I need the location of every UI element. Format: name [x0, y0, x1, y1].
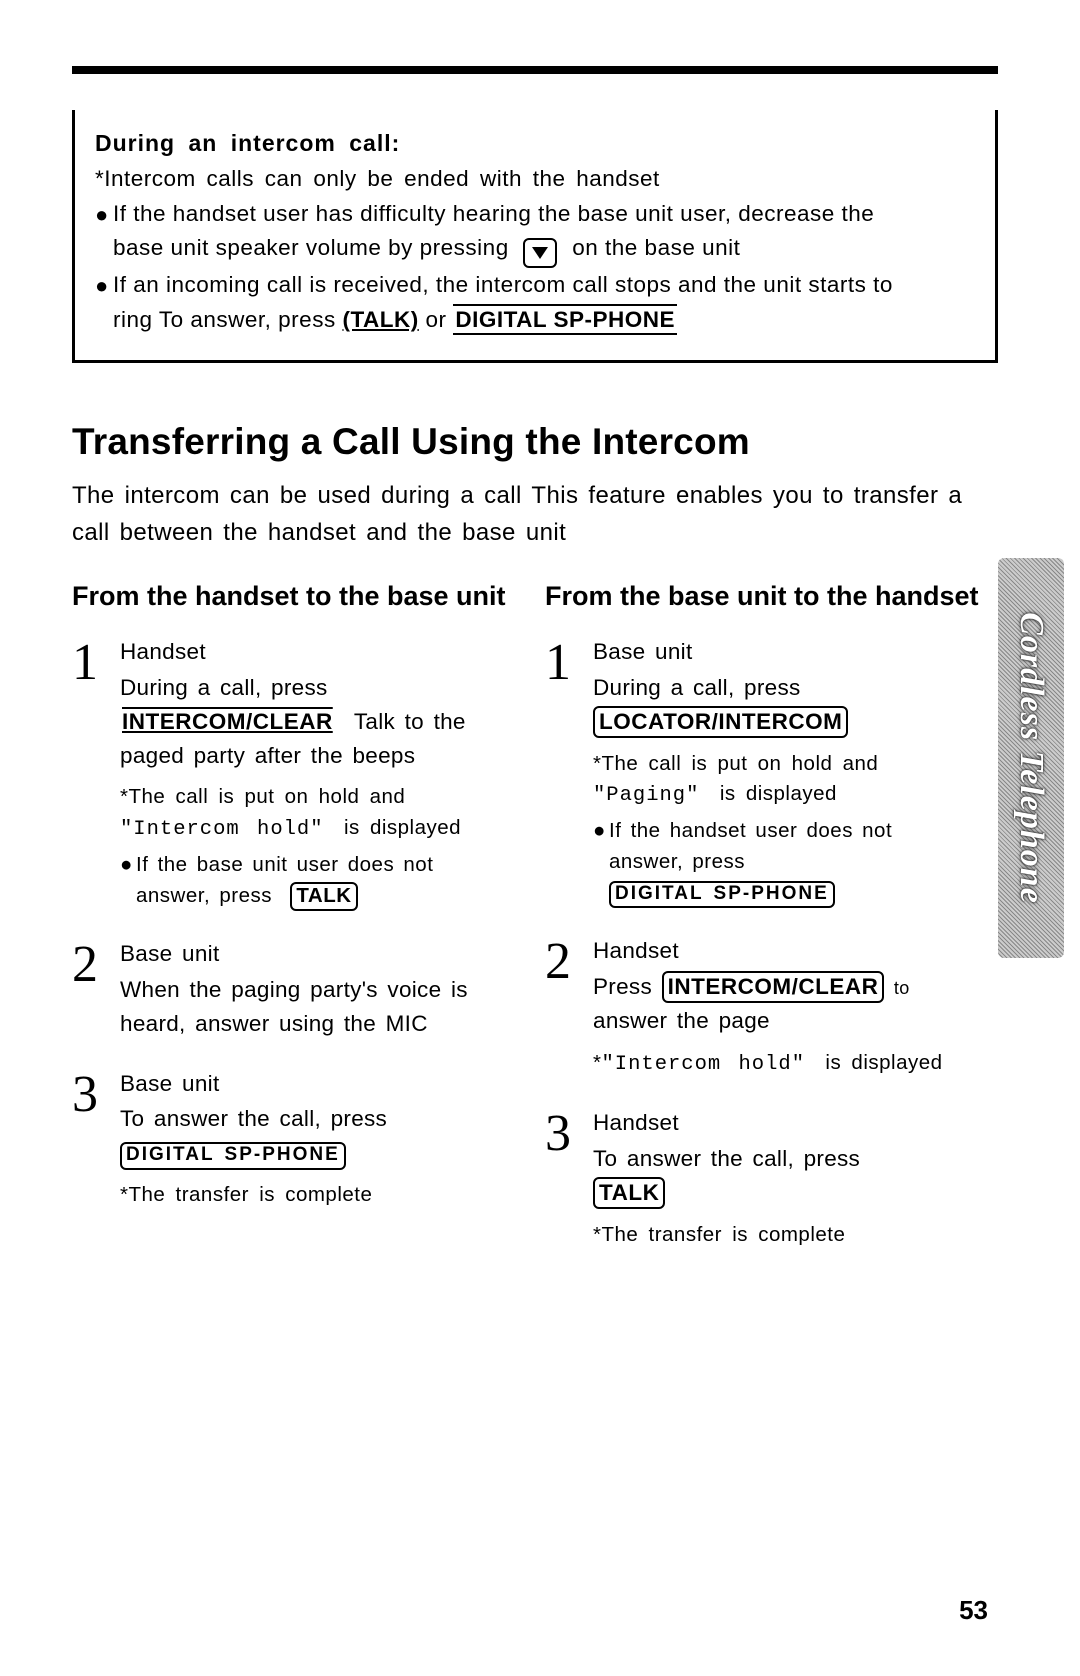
note-bullet-2: ● If an incoming call is received, the i… — [95, 268, 977, 338]
talk-key-label: (TALK) — [342, 307, 418, 332]
device-role: Handset — [593, 934, 998, 968]
left-column: From the handset to the base unit 1 Hand… — [72, 580, 525, 1277]
bullet-icon: ● — [120, 850, 136, 881]
display-text: "Intercom hold" — [601, 1053, 805, 1076]
side-tab-label: Cordless Telephone — [1012, 612, 1050, 904]
text: to — [894, 978, 910, 998]
text: During a call, press — [593, 675, 801, 700]
top-rule — [72, 66, 998, 74]
right-column: From the base unit to the handset 1 Base… — [545, 580, 998, 1277]
section-side-tab: Cordless Telephone — [998, 558, 1064, 958]
digital-sp-phone-key-label: DIGITAL SP-PHONE — [120, 1142, 346, 1170]
note-bullet-1: ● If the handset user has difficulty hea… — [95, 197, 977, 269]
two-columns: From the handset to the base unit 1 Hand… — [72, 580, 998, 1277]
device-role: Base unit — [593, 635, 998, 669]
mini-bullet: ● If the base unit user does not answer,… — [120, 850, 525, 912]
step-body: Handset During a call, press INTERCOM/CL… — [120, 635, 525, 911]
step-body: Handset Press INTERCOM/CLEAR to answer t… — [593, 934, 998, 1080]
bullet-icon: ● — [95, 197, 113, 232]
text: If the handset user does not — [609, 819, 892, 842]
star-note: *The call is put on hold and "Paging" is… — [593, 749, 998, 813]
step-number: 3 — [72, 1067, 120, 1121]
note-line: *Intercom calls can only be ended with t… — [95, 162, 977, 197]
step-number: 3 — [545, 1106, 593, 1160]
right-step-1: 1 Base unit During a call, press LOCATOR… — [545, 635, 998, 908]
text: Press — [593, 974, 652, 999]
text: To answer the call, press — [593, 1146, 860, 1171]
text: To answer the call, press — [120, 1106, 387, 1131]
bullet-icon: ● — [95, 268, 113, 303]
display-text: "Intercom hold" — [120, 818, 324, 841]
talk-key-label: TALK — [593, 1177, 665, 1209]
text: If an incoming call is received, the int… — [113, 272, 893, 297]
right-heading: From the base unit to the handset — [545, 580, 998, 614]
left-step-3: 3 Base unit To answer the call, press DI… — [72, 1067, 525, 1211]
right-step-2: 2 Handset Press INTERCOM/CLEAR to answer… — [545, 934, 998, 1080]
intercom-clear-key-label: INTERCOM/CLEAR — [662, 971, 885, 1003]
step-body: Handset To answer the call, press TALK *… — [593, 1106, 998, 1250]
text: If the handset user has difficulty heari… — [113, 201, 874, 226]
talk-key-label: TALK — [290, 882, 357, 912]
text: is displayed — [720, 782, 837, 805]
device-role: Base unit — [120, 937, 525, 971]
section-title: Transferring a Call Using the Intercom — [72, 421, 998, 463]
left-step-2: 2 Base unit When the paging party's voic… — [72, 937, 525, 1040]
page-number: 53 — [959, 1595, 988, 1626]
star-note: *"Intercom hold" is displayed — [593, 1048, 998, 1081]
volume-down-icon — [523, 238, 557, 268]
text: During a call, press — [120, 675, 328, 700]
text: is displayed — [344, 816, 461, 839]
text: answer the page — [593, 1008, 770, 1033]
digital-sp-phone-key-label: DIGITAL SP-PHONE — [453, 304, 677, 335]
text: When the paging party's voice is heard, … — [120, 977, 468, 1036]
text: If the handset user does not answer, pre… — [609, 816, 892, 908]
bullet-text: If the handset user has difficulty heari… — [113, 197, 977, 269]
right-step-3: 3 Handset To answer the call, press TALK… — [545, 1106, 998, 1250]
locator-intercom-key-label: LOCATOR/INTERCOM — [593, 706, 848, 738]
text: answer, press — [136, 884, 272, 907]
step-number: 1 — [72, 635, 120, 689]
text: If the base unit user does not answer, p… — [136, 850, 433, 912]
text: *The call is put on hold and — [120, 785, 405, 808]
text: *The call is put on hold and — [593, 752, 878, 775]
left-heading: From the handset to the base unit — [72, 580, 525, 614]
intercom-note-box: During an intercom call: *Intercom calls… — [72, 110, 998, 363]
text: is displayed — [825, 1051, 942, 1074]
step-body: Base unit When the paging party's voice … — [120, 937, 525, 1040]
star-note: *The transfer is complete — [593, 1220, 998, 1251]
step-body: Base unit To answer the call, press DIGI… — [120, 1067, 525, 1211]
intercom-clear-key-label: INTERCOM/CLEAR — [120, 708, 335, 735]
section-lead: The intercom can be used during a call T… — [72, 477, 998, 551]
step-number: 2 — [545, 934, 593, 988]
step-number: 1 — [545, 635, 593, 689]
note-title: During an intercom call: — [95, 126, 977, 162]
star-note: *The call is put on hold and "Intercom h… — [120, 782, 525, 846]
text: on the base unit — [572, 235, 740, 260]
mini-bullet: ● If the handset user does not answer, p… — [593, 816, 998, 908]
device-role: Handset — [120, 635, 525, 669]
device-role: Handset — [593, 1106, 998, 1140]
digital-sp-phone-key-label: DIGITAL SP-PHONE — [609, 881, 835, 909]
left-step-1: 1 Handset During a call, press INTERCOM/… — [72, 635, 525, 911]
bullet-icon: ● — [593, 816, 609, 847]
text: ring To answer, press — [113, 307, 336, 332]
text: Talk to — [354, 709, 424, 734]
text: If the base unit user does not — [136, 853, 433, 876]
star-note: *The transfer is complete — [120, 1180, 525, 1211]
device-role: Base unit — [120, 1067, 525, 1101]
manual-page: During an intercom call: *Intercom calls… — [0, 0, 1080, 1676]
step-number: 2 — [72, 937, 120, 991]
display-text: "Paging" — [593, 784, 699, 807]
bullet-text: If an incoming call is received, the int… — [113, 268, 977, 338]
text: base unit speaker volume by pressing — [113, 235, 509, 260]
text: or — [426, 307, 447, 332]
text: answer, press — [609, 850, 745, 873]
step-body: Base unit During a call, press LOCATOR/I… — [593, 635, 998, 908]
